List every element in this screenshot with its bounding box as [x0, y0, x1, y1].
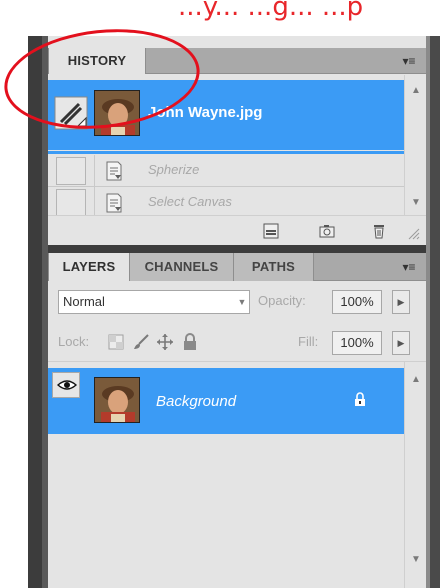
lock-all-icon[interactable] — [182, 333, 198, 351]
history-footer — [48, 215, 426, 245]
blend-row: Normal ▼ Opacity: 100% ▶ — [48, 282, 426, 322]
chevron-down-icon: ▼ — [237, 297, 247, 307]
top-caption: ...y... ...g... ...p — [178, 0, 364, 22]
tab-layers[interactable]: LAYERS — [48, 253, 130, 281]
history-step-label: Select Canvas — [148, 194, 232, 209]
lock-row: Lock: Fill: 100% ▶ — [48, 322, 426, 362]
camera-icon[interactable] — [318, 222, 336, 240]
snapshot-thumbnail — [94, 90, 140, 136]
layer-lock-icon — [355, 392, 365, 406]
history-step-label: Spherize — [148, 162, 200, 177]
history-tabbar: HISTORY ▾≡ — [48, 48, 426, 74]
layer-visibility-toggle[interactable] — [52, 372, 80, 398]
history-state-divider — [48, 151, 404, 154]
panel-separator — [48, 245, 426, 253]
history-step-icon — [106, 161, 122, 181]
tab-history[interactable]: HISTORY — [48, 48, 146, 74]
opacity-slider-button[interactable]: ▶ — [392, 290, 410, 314]
lock-label: Lock: — [58, 334, 90, 349]
scroll-down-icon[interactable]: ▼ — [410, 197, 422, 208]
layer-thumbnail — [94, 377, 140, 423]
layers-scrollbar[interactable]: ▲ ▼ — [404, 362, 426, 588]
opacity-label: Opacity: — [258, 293, 306, 308]
scroll-up-icon[interactable]: ▲ — [410, 85, 422, 96]
history-scrollbar[interactable]: ▲ ▼ — [404, 75, 426, 215]
right-dock-edge — [430, 36, 440, 588]
tab-paths[interactable]: PATHS — [234, 253, 314, 281]
resize-grip-icon[interactable] — [406, 226, 420, 240]
eye-icon — [57, 380, 77, 390]
layers-tabbar: LAYERS CHANNELS PATHS ▾≡ — [48, 253, 426, 281]
history-step-row[interactable]: Spherize — [48, 155, 404, 187]
blend-mode-value: Normal — [63, 294, 105, 309]
history-snapshot-row[interactable]: John Wayne.jpg — [48, 80, 404, 150]
scroll-up-icon[interactable]: ▲ — [410, 374, 422, 385]
layer-row[interactable]: Background — [48, 368, 404, 434]
history-step-checkbox[interactable] — [56, 189, 86, 217]
tab-channels[interactable]: CHANNELS — [130, 253, 234, 281]
fill-field[interactable]: 100% — [332, 331, 382, 355]
history-step-checkbox[interactable] — [56, 157, 86, 185]
fill-label: Fill: — [298, 334, 319, 349]
lock-transparent-pixels-icon[interactable] — [108, 334, 124, 350]
row-separator — [94, 155, 95, 187]
lock-position-icon[interactable] — [156, 333, 174, 351]
history-step-icon — [106, 193, 122, 213]
history-list: John Wayne.jpg Spherize Select Canvas — [48, 75, 404, 219]
lock-image-pixels-icon[interactable] — [132, 333, 150, 351]
trash-icon[interactable] — [370, 222, 388, 240]
new-document-icon[interactable] — [262, 222, 280, 240]
fill-slider-button[interactable]: ▶ — [392, 331, 410, 355]
scroll-down-icon[interactable]: ▼ — [410, 554, 422, 565]
panel-menu-icon[interactable]: ▾≡ — [400, 54, 418, 68]
opacity-field[interactable]: 100% — [332, 290, 382, 314]
blend-mode-select[interactable]: Normal ▼ — [58, 290, 250, 314]
snapshot-name: John Wayne.jpg — [148, 104, 263, 121]
layer-name: Background — [156, 393, 237, 410]
layer-list: Background — [48, 362, 404, 588]
left-dock-edge — [28, 36, 42, 588]
panel-menu-icon[interactable]: ▾≡ — [400, 260, 418, 274]
history-brush-source-icon[interactable] — [54, 96, 88, 130]
